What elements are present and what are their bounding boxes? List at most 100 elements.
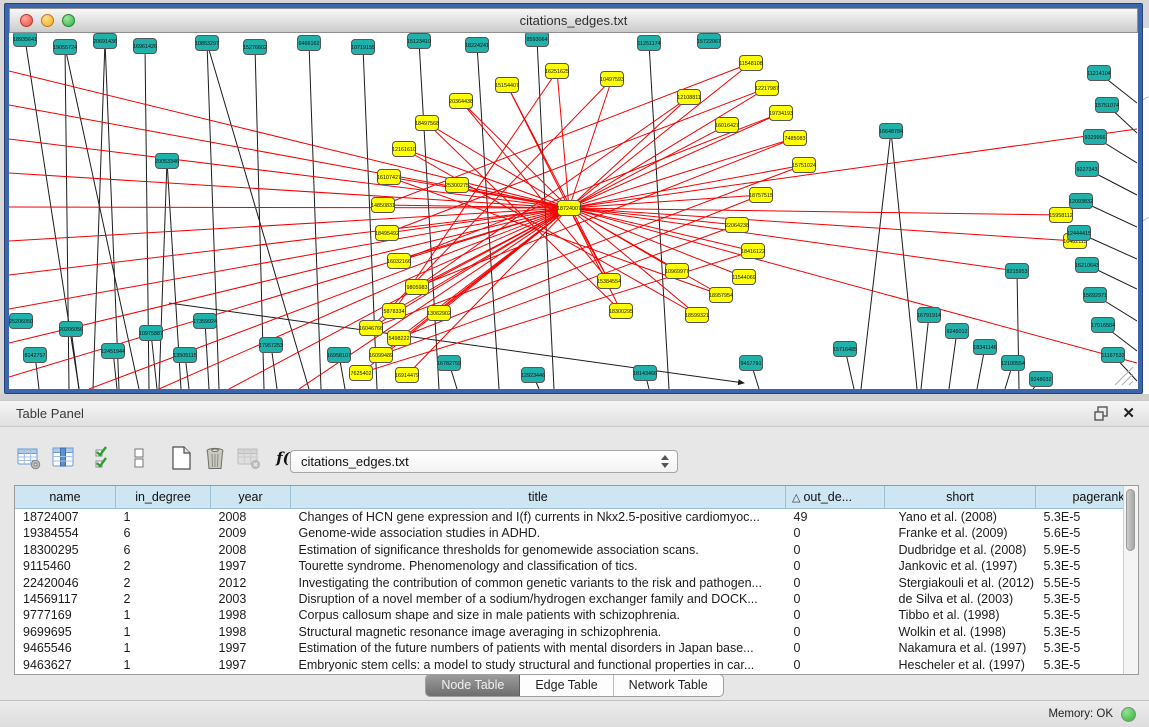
table-cell: 1 [116,624,211,640]
table-row[interactable]: 1830029562008Estimation of significance … [15,542,1139,558]
table-scrollbar[interactable] [1123,486,1138,674]
network-node-label: 15154407 [495,83,519,89]
network-edge [569,208,1137,363]
network-node-label: 12100554 [1001,361,1025,367]
table-row[interactable]: 911546021997Tourette syndrome. Phenomeno… [15,558,1139,574]
trash-icon [203,445,227,471]
tab-edge-table[interactable]: Edge Table [520,675,613,696]
network-window-titlebar[interactable]: citations_edges.txt [9,8,1138,33]
network-node-label: 12093832 [1069,199,1093,205]
delete-table-button[interactable] [234,443,264,473]
network-node-label: 25206050 [9,319,33,325]
node-table: namein_degreeyeartitle△out_de...shortpag… [14,485,1139,675]
network-node-label: 19055724 [53,45,77,51]
table-scrollbar-thumb[interactable] [1126,489,1135,551]
table-row[interactable]: 1456911722003Disruption of a novel membe… [15,591,1139,607]
select-columns-button[interactable] [90,443,120,473]
table-mode-button[interactable] [14,443,44,473]
network-node-label: 15958112 [1049,213,1073,219]
table-toolbar: f(x) [14,443,310,473]
close-window-icon[interactable] [20,14,33,27]
network-edge [417,138,795,287]
table-cell: Dudbridge et al. (2008) [885,542,1036,558]
network-edge [9,207,569,208]
zoom-window-icon[interactable] [62,14,75,27]
table-row[interactable]: 1938455462009Genome-wide association stu… [15,525,1139,541]
table-row[interactable]: 946554611997Estimation of the future num… [15,640,1139,656]
network-node-label: 12923446 [521,373,545,379]
network-node-label: 13062902 [427,311,451,317]
network-node-label: 17016504 [1091,323,1115,329]
network-node-label: 18300295 [609,309,633,315]
tab-node-table[interactable]: Node Table [426,675,520,696]
row-height-button[interactable] [124,443,154,473]
table-cell: Jankovic et al. (1997) [885,558,1036,574]
delete-column-button[interactable] [200,443,230,473]
table-cell: 9699695 [15,624,116,640]
column-header-name[interactable]: name [15,486,116,509]
table-selector-dropdown[interactable]: citations_edges.txt [290,450,678,473]
network-node-label: 15123410 [407,39,431,45]
network-node-label: 16032166 [387,259,411,265]
table-cell: 14569117 [15,591,116,607]
table-row[interactable]: 1872400712008Changes of HCN gene express… [15,509,1139,526]
close-panel-icon[interactable]: ✕ [1122,406,1135,421]
column-header-in_degree[interactable]: in_degree [116,486,211,509]
sort-ascending-icon: △ [792,492,800,504]
network-edge [151,333,157,389]
network-edge [159,161,167,389]
column-header-year[interactable]: year [211,486,291,509]
network-node-label: 18757515 [749,193,773,199]
table-row[interactable]: 969969511998Structural magnetic resonanc… [15,624,1139,640]
network-node-label: 16099489 [369,353,393,359]
network-node-label: 18341146 [973,345,997,351]
network-edge [861,131,891,389]
table-cell: Corpus callosum shape and size in male p… [291,607,786,623]
network-node-label: 16046766 [359,326,383,332]
table-cell: 9777169 [15,607,116,623]
network-node-label: 12161610 [392,147,416,153]
table-cell: 18300295 [15,542,116,558]
float-panel-icon[interactable] [1094,406,1109,421]
table-cell: Estimation of significance thresholds fo… [291,542,786,558]
network-node-label: 15722067 [697,39,721,45]
column-header-out_de[interactable]: △out_de... [786,486,885,509]
table-tabs: Node TableEdge TableNetwork Table [0,674,1149,697]
network-node-label: 16782759 [437,361,461,367]
table-cell: 0 [786,591,885,607]
canvas-resize-grip-icon[interactable] [1115,367,1133,385]
network-edge [949,331,957,389]
network-node-label: 16648784 [879,129,903,135]
table-cell: Franke et al. (2009) [885,525,1036,541]
network-node-label: 9227343 [1077,167,1098,173]
minimize-window-icon[interactable] [41,14,54,27]
network-node-label: 10975887 [139,331,163,337]
network-node-label: 18495492 [375,231,399,237]
table-row[interactable]: 977716911998Corpus callosum shape and si… [15,607,1139,623]
table-cell: 1 [116,640,211,656]
column-header-short[interactable]: short [885,486,1036,509]
table-row[interactable]: 2242004622012Investigating the contribut… [15,575,1139,591]
network-node-label: 18497568 [415,121,439,127]
delete-table-icon [236,445,262,471]
network-view-window: citations_edges.txt 18724007151544072036… [4,3,1143,394]
network-node-label: 14850831 [371,203,395,209]
citation-network-graph[interactable]: 1872400715154407203644381849756812161610… [9,33,1137,389]
table-cell: Investigating the contribution of common… [291,575,786,591]
table-cell: 2008 [211,542,291,558]
network-node-label: 10719155 [351,45,375,51]
table-cell: 19384554 [15,525,116,541]
network-node-label: 16210643 [1075,263,1099,269]
table-row[interactable]: 946362711997Embryonic stem cells: a mode… [15,657,1139,673]
network-node-label: 9248032 [1031,377,1052,383]
tab-network-table[interactable]: Network Table [614,675,723,696]
column-header-title[interactable]: title [291,486,786,509]
table-cell: 1 [116,657,211,673]
network-node-label: 15384554 [597,279,621,285]
table-cell: 2012 [211,575,291,591]
network-node-label: 16961426 [133,44,157,50]
network-node-label: 12451944 [101,349,125,355]
create-column-button[interactable] [166,443,196,473]
show-column-button[interactable] [48,443,78,473]
network-canvas[interactable]: 1872400715154407203644381849756812161610… [9,33,1138,389]
